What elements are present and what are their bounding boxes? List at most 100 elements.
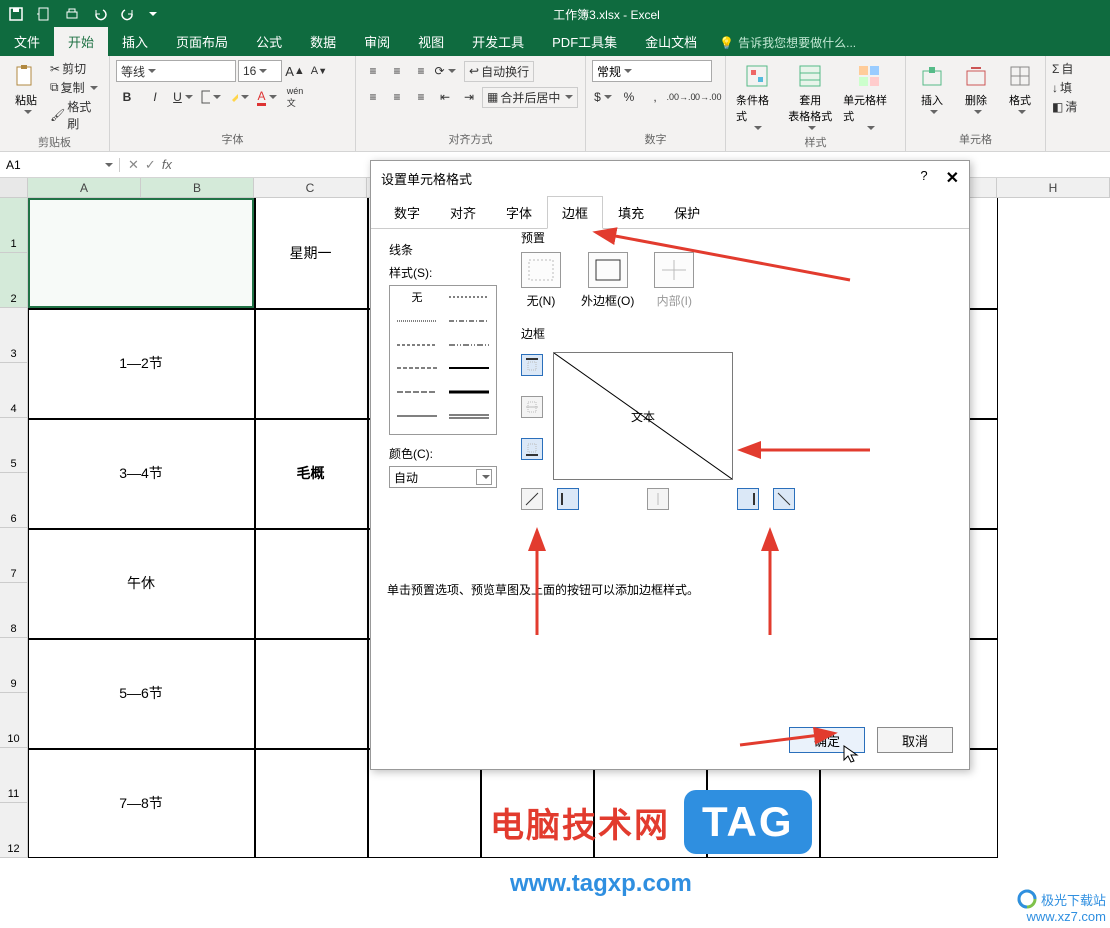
format-painter-button[interactable]: 🖌格式刷 — [50, 98, 103, 132]
dlgtab-font[interactable]: 字体 — [491, 196, 547, 229]
clear-button[interactable]: ◧清 — [1052, 98, 1077, 115]
merge-center-button[interactable]: ▦合并后居中 — [482, 87, 578, 108]
align-top-button[interactable]: ≡ — [362, 60, 384, 82]
touch-icon[interactable] — [34, 4, 54, 24]
tab-formulas[interactable]: 公式 — [242, 27, 296, 56]
dlgtab-number[interactable]: 数字 — [379, 196, 435, 229]
row-header[interactable]: 9 — [0, 638, 28, 693]
row-header[interactable]: 2 — [0, 253, 28, 308]
tab-pagelayout[interactable]: 页面布局 — [162, 27, 242, 56]
fx-icon[interactable]: fx — [162, 157, 172, 172]
autosum-button[interactable]: Σ自 — [1052, 60, 1073, 77]
tab-review[interactable]: 审阅 — [350, 27, 404, 56]
tab-insert[interactable]: 插入 — [108, 27, 162, 56]
cancel-button[interactable]: 取消 — [877, 727, 953, 753]
cell-styles-button[interactable]: 单元格样式 — [839, 60, 899, 132]
underline-button[interactable]: U — [172, 86, 194, 108]
currency-button[interactable]: $ — [592, 86, 614, 108]
line-style-item[interactable] — [394, 409, 440, 423]
line-style-item[interactable] — [394, 314, 440, 328]
dialog-titlebar[interactable]: 设置单元格格式 ? ✕ — [371, 161, 969, 195]
decrease-decimal-button[interactable]: .0→.00 — [696, 86, 718, 108]
font-size-dropdown[interactable]: 16 — [238, 60, 282, 82]
cell[interactable]: 1—2节 — [28, 308, 254, 418]
color-dropdown[interactable]: 自动 — [389, 466, 497, 488]
cell[interactable]: 午休 — [28, 528, 254, 638]
border-diag-up-button[interactable] — [521, 488, 543, 510]
line-style-item[interactable] — [394, 385, 440, 399]
border-right-button[interactable] — [737, 488, 759, 510]
ok-button[interactable]: 确定 — [789, 727, 865, 753]
increase-indent-button[interactable]: ⇥ — [458, 86, 480, 108]
qat-more-icon[interactable] — [149, 12, 157, 16]
increase-font-button[interactable]: A▲ — [284, 60, 306, 82]
tab-data[interactable]: 数据 — [296, 27, 350, 56]
tab-view[interactable]: 视图 — [404, 27, 458, 56]
tab-home[interactable]: 开始 — [54, 27, 108, 56]
line-style-list[interactable]: 无 — [389, 285, 497, 435]
col-header[interactable]: B — [141, 178, 254, 197]
fill-color-button[interactable] — [228, 86, 250, 108]
row-header[interactable]: 12 — [0, 803, 28, 858]
cell[interactable]: 毛概 — [254, 418, 367, 528]
font-color-button[interactable]: A — [256, 86, 278, 108]
border-diag-down-button[interactable] — [773, 488, 795, 510]
select-all-button[interactable] — [0, 178, 28, 197]
cancel-formula-icon[interactable]: ✕ — [128, 157, 139, 173]
delete-cells-button[interactable]: 删除 — [956, 60, 996, 116]
border-hmid-button[interactable] — [521, 396, 543, 418]
line-style-item[interactable] — [446, 314, 492, 328]
orientation-button[interactable]: ⟳ — [434, 60, 456, 82]
enter-formula-icon[interactable]: ✓ — [145, 157, 156, 173]
dlgtab-protect[interactable]: 保护 — [659, 196, 715, 229]
phonetic-button[interactable]: wén文 — [284, 86, 306, 108]
align-left-button[interactable]: ≡ — [362, 86, 384, 108]
tell-me[interactable]: 💡 告诉我您想要做什么... — [719, 34, 856, 56]
decrease-indent-button[interactable]: ⇤ — [434, 86, 456, 108]
align-right-button[interactable]: ≡ — [410, 86, 432, 108]
row-header[interactable]: 8 — [0, 583, 28, 638]
cell[interactable]: 3—4节 — [28, 418, 254, 528]
row-header[interactable]: 4 — [0, 363, 28, 418]
tab-file[interactable]: 文件 — [0, 27, 54, 56]
col-header[interactable]: A — [28, 178, 141, 197]
border-top-button[interactable] — [521, 354, 543, 376]
border-preview[interactable]: 文本 — [553, 352, 733, 480]
italic-button[interactable]: I — [144, 86, 166, 108]
tab-developer[interactable]: 开发工具 — [458, 27, 538, 56]
align-middle-button[interactable]: ≡ — [386, 60, 408, 82]
table-format-button[interactable]: 套用 表格格式 — [786, 60, 836, 132]
border-button[interactable] — [200, 86, 222, 108]
bold-button[interactable]: B — [116, 86, 138, 108]
cell[interactable]: 星期一 — [254, 198, 367, 308]
border-bottom-button[interactable] — [521, 438, 543, 460]
row-header[interactable]: 3 — [0, 308, 28, 363]
number-format-dropdown[interactable]: 常规 — [592, 60, 712, 82]
row-header[interactable]: 11 — [0, 748, 28, 803]
help-button[interactable]: ? — [920, 168, 927, 188]
cell[interactable]: 7—8节 — [28, 748, 254, 858]
col-header[interactable]: H — [997, 178, 1110, 197]
row-header[interactable]: 10 — [0, 693, 28, 748]
line-style-item[interactable] — [446, 409, 492, 423]
print-icon[interactable] — [62, 4, 82, 24]
border-left-button[interactable] — [557, 488, 579, 510]
preset-none[interactable]: 无(N) — [521, 252, 561, 309]
align-center-button[interactable]: ≡ — [386, 86, 408, 108]
dlgtab-border[interactable]: 边框 — [547, 196, 603, 229]
format-cells-button[interactable]: 格式 — [1000, 60, 1040, 116]
comma-button[interactable]: , — [644, 86, 666, 108]
align-bottom-button[interactable]: ≡ — [410, 60, 432, 82]
row-header[interactable]: 1 — [0, 198, 28, 253]
tab-pdf[interactable]: PDF工具集 — [538, 27, 631, 56]
tab-jinshan[interactable]: 金山文档 — [631, 27, 711, 56]
line-style-item[interactable] — [446, 290, 492, 304]
border-vmid-button[interactable] — [647, 488, 669, 510]
cut-button[interactable]: ✂剪切 — [50, 60, 103, 77]
conditional-format-button[interactable]: 条件格式 — [732, 60, 782, 132]
dlgtab-fill[interactable]: 填充 — [603, 196, 659, 229]
percent-button[interactable]: % — [618, 86, 640, 108]
line-style-none[interactable]: 无 — [394, 290, 440, 304]
copy-button[interactable]: ⧉复制 — [50, 79, 103, 96]
cell[interactable]: 5—6节 — [28, 638, 254, 748]
